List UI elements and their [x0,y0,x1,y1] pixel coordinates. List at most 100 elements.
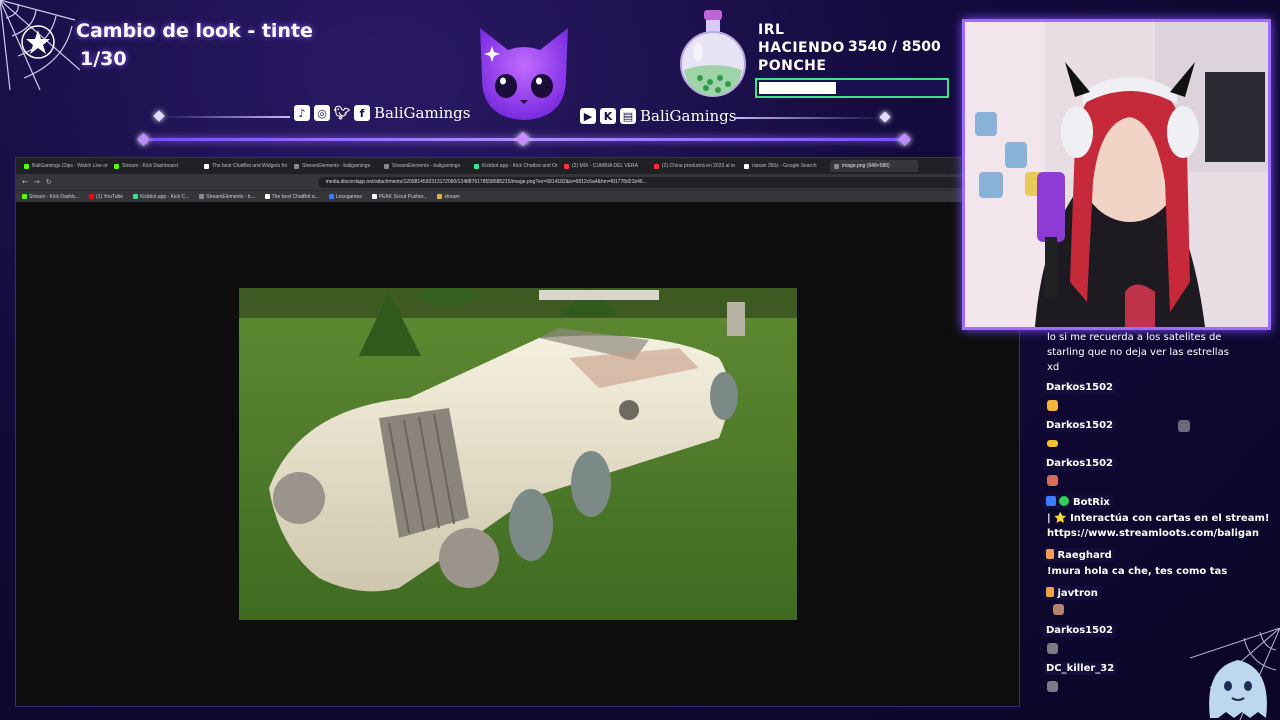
tiktok-icon: ♪ [294,105,310,121]
chat-username[interactable]: Darkos1502 [1043,381,1117,394]
browser-tab[interactable]: nissan 350z - Google Search [740,160,828,172]
chat-username[interactable]: Raeghard [1043,548,1115,562]
social-name-left: BaliGamings [374,104,471,122]
tab-favicon-icon [834,163,839,169]
chat-message-link[interactable]: https://www.streamloots.com/baligan [1047,526,1279,541]
social-links-right: ▶ K ▤ BaliGamings [580,107,736,125]
browser-tab[interactable]: StreamElements - baligamings [290,160,378,172]
chat-emote [1047,440,1058,447]
bookmark-label: (1) YouTube [96,193,124,200]
irl-line-3: PONCHE [758,58,827,74]
browser-window: BaliGamings Clips - Watch Live on Stream … [15,157,1020,707]
tab-label: The best ChatBot and Widgets for [212,163,288,169]
reload-icon[interactable]: ↻ [46,178,52,186]
potion-icon [680,10,746,97]
tab-label: StreamElements - baligamings [302,163,371,169]
chat-username-text: BotRix [1072,497,1110,508]
chat-username-text: javtron [1057,588,1098,599]
url-field[interactable]: media.discordapp.net/attachments/1209814… [317,176,976,188]
bookmark-label: Lexogames [335,193,362,200]
chat-username[interactable]: Darkos1502 [1043,419,1117,432]
tab-label: image.png (948×580) [842,163,890,169]
instagram-icon: ◎ [314,105,330,121]
bookmark-item[interactable]: PEAK Scout Pusher... [371,193,428,200]
sub-badge-icon [1046,549,1054,559]
browser-tab[interactable]: image.png (948×580) [830,160,918,172]
sub-badge-icon [1046,587,1054,597]
bookmarks-bar: Stream - Kick Dashb... (1) YouTube Kickbot… [16,190,1019,202]
twitch-icon: ▤ [620,108,636,124]
bookmark-favicon-icon [264,194,270,199]
irl-goal-progress: 3540 / 8500 [848,39,941,55]
browser-tab[interactable]: (2) China producirá en 2023 al m [650,160,738,172]
back-icon[interactable]: ← [22,178,28,186]
bookmark-favicon-icon [437,194,443,199]
bookmark-item[interactable]: Kickbot.app - Kick C... [133,194,189,200]
webcam-feed [962,19,1271,330]
bookmark-favicon-icon [328,194,334,199]
irl-line-1: IRL [758,22,785,38]
browser-tab[interactable]: StreamElements - baligamings [380,160,468,172]
decor-diamond [879,111,891,123]
irl-line-2: HACIENDO [758,40,845,56]
social-name-right: BaliGamings [640,107,737,125]
social-links-left: ♪ ◎ 🐦︎ f BaliGamings [294,104,470,122]
chat-message-text: !mura hola ca che, tes como tas [1047,566,1228,577]
twitter-icon: 🐦︎ [333,105,351,121]
chat-username[interactable]: DC_killer_32 [1043,662,1118,675]
browser-tab[interactable]: The best ChatBot and Widgets for [200,160,288,172]
car-image [239,288,797,620]
decor-line-right [735,117,885,119]
chat-emote [1047,643,1058,654]
cat-logo [480,28,568,120]
chat-message: lo si me recuerda a los satelites de sta… [1047,330,1279,375]
verified-badge-icon [1059,496,1070,506]
chat-emote [1178,420,1190,432]
browser-tab[interactable]: BaliGamings Clips - Watch Live on [20,160,108,172]
bookmark-item[interactable]: stream [437,193,460,200]
browser-tab[interactable]: Kickbot.app - Kick Chatbot and Or [470,160,558,172]
tab-label: Kickbot.app - Kick Chatbot and Or [482,163,558,169]
chat-username[interactable]: Darkos1502 [1043,457,1117,470]
browser-tab[interactable]: (2) MIX - CUMBIA DEL VERA [560,160,648,172]
bookmark-label: stream [444,193,460,200]
bookmark-label: PEAK Scout Pusher... [378,193,428,200]
bookmark-label: Stream - Kick Dashb... [29,193,80,200]
decor-diamond [153,110,165,122]
chat-emote [1047,475,1058,486]
goal-title: Cambio de look - tinte [76,20,313,42]
tab-label: BaliGamings Clips - Watch Live on [32,163,108,169]
bot-badge-icon [1046,496,1056,506]
bookmark-item[interactable]: (1) YouTube [89,194,123,200]
chat-username[interactable]: Darkos1502 [1043,624,1117,637]
tab-favicon-icon [114,163,119,169]
tab-label: (2) MIX - CUMBIA DEL VERA [572,163,638,169]
chat-emote [1053,604,1064,615]
bookmark-label: Kickbot.app - Kick C... [140,193,190,200]
bookmark-favicon-icon [133,194,139,199]
bookmark-item[interactable]: Stream - Kick Dashb... [22,194,79,200]
bookmark-item[interactable]: The best ChatBot a... [264,194,319,200]
decor-diamond [137,133,150,146]
facebook-icon: f [354,105,370,121]
forward-icon[interactable]: → [34,178,40,186]
tab-favicon-icon [384,163,389,169]
bookmark-item[interactable]: StreamElements - b... [199,193,255,200]
chat-username[interactable]: javtron [1043,586,1101,600]
tab-favicon-icon [474,163,479,169]
bookmark-favicon-icon [199,194,205,199]
tab-favicon-icon [564,163,569,169]
chat-message-text: lo si me recuerda a los satelites de [1047,332,1222,343]
irl-goal-bar-fill [759,82,837,94]
tab-favicon-icon [744,163,749,169]
bookmark-item[interactable]: Lexogames [328,193,362,200]
tab-label: (2) China producirá en 2023 al m [662,163,736,169]
browser-tab[interactable]: Stream - Kick Dashboard [110,160,198,172]
bookmark-label: StreamElements - b... [206,193,255,200]
tab-label: nissan 350z - Google Search [752,163,817,169]
chat-username[interactable]: BotRix [1043,495,1113,509]
goal-count: 1/30 [80,48,127,70]
chat-emote [1047,681,1058,692]
tab-label: Stream - Kick Dashboard [122,163,178,169]
chat-emote [1047,400,1058,411]
